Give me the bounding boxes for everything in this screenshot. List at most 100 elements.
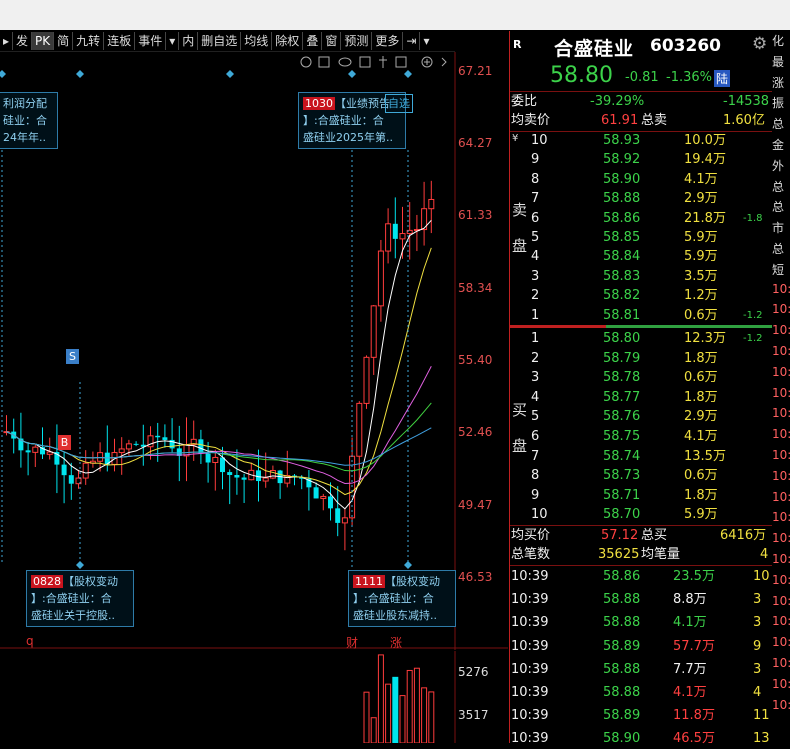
chart-next-icon[interactable] <box>441 57 447 67</box>
kline-chart[interactable]: 67.21 64.27 61.33 58.34 55.40 52.46 49.4… <box>0 52 508 650</box>
sell-order-row[interactable]: 5 58.85 5.9万 <box>510 228 780 248</box>
candle-body[interactable] <box>205 453 211 463</box>
toolbar-btn-remove-watchlist[interactable]: 删自选 <box>197 32 240 50</box>
event-diamond-marker[interactable] <box>404 70 412 78</box>
buy-order-row[interactable]: 8 58.73 0.6万 <box>510 466 780 486</box>
toolbar-btn-ma[interactable]: 均线 <box>240 32 271 50</box>
sell-order-row[interactable]: 1 58.81 0.6万 -1.2 <box>510 306 780 326</box>
event-note-profit-distribution[interactable]: 利润分配 硅业：合 24年年.. <box>0 92 58 149</box>
candle-body[interactable] <box>385 223 392 252</box>
candle-body[interactable] <box>241 477 247 480</box>
candle-body[interactable] <box>97 452 104 462</box>
candle-body[interactable] <box>155 435 161 438</box>
candle-body[interactable] <box>25 450 31 453</box>
eye-tool-icon[interactable] <box>338 57 352 67</box>
toolbar-collapse-icon[interactable]: ⇥ <box>402 32 419 50</box>
settings-tool-icon[interactable] <box>300 56 312 68</box>
tick-row[interactable]: 10:39 58.89 57.7万 9 <box>510 637 780 657</box>
event-diamond-marker[interactable] <box>76 561 84 569</box>
buy-order-row[interactable]: 1 58.80 12.3万 -1.2 <box>510 329 780 349</box>
sell-order-row[interactable]: 3 58.83 3.5万 <box>510 267 780 287</box>
lock-tool-icon[interactable] <box>359 56 371 68</box>
toolbar-btn-adjust[interactable]: 除权 <box>271 32 302 50</box>
candle-body[interactable] <box>356 402 363 457</box>
candle-body[interactable] <box>363 356 370 404</box>
event-diamond-marker[interactable] <box>348 70 356 78</box>
candle-body[interactable] <box>399 233 406 240</box>
toolbar-btn-window[interactable]: 窗 <box>321 32 340 50</box>
buy-order-row[interactable]: 7 58.74 13.5万 <box>510 447 780 467</box>
candle-body[interactable] <box>198 439 204 454</box>
buy-order-row[interactable]: 3 58.78 0.6万 <box>510 368 780 388</box>
tick-row[interactable]: 10:39 58.88 4.1万 3 <box>510 613 780 633</box>
candle-body[interactable] <box>61 464 67 476</box>
buy-order-row[interactable]: 6 58.75 4.1万 <box>510 427 780 447</box>
volume-chart[interactable] <box>0 651 508 743</box>
buy-signal-marker[interactable]: B <box>58 435 71 450</box>
exchange-connect-badge[interactable]: 陆 <box>714 70 731 87</box>
add-watchlist-popup[interactable]: 自选 <box>385 94 413 113</box>
hand-tool-icon[interactable] <box>379 56 387 68</box>
candle-body[interactable] <box>392 223 398 239</box>
toolbar-btn-lianban[interactable]: 连板 <box>103 32 134 50</box>
sell-order-row[interactable]: 6 58.86 21.8万 -1.8 <box>510 209 780 229</box>
sell-order-row[interactable]: 7 58.88 2.9万 <box>510 189 780 209</box>
candle-body[interactable] <box>328 496 333 509</box>
layout-tool-icon[interactable] <box>318 56 330 68</box>
candle-body[interactable] <box>370 305 377 358</box>
candle-body[interactable] <box>428 198 435 210</box>
tick-row[interactable]: 10:39 58.89 11.8万 11 <box>510 706 780 726</box>
tick-row[interactable]: 10:39 58.88 8.8万 3 <box>510 590 780 610</box>
candle-body[interactable] <box>377 250 384 307</box>
toolbar-nav-left-icon[interactable]: ▸ <box>0 32 12 50</box>
event-diamond-marker[interactable] <box>226 70 234 78</box>
sell-order-row[interactable]: 4 58.84 5.9万 <box>510 247 780 267</box>
candle-body[interactable] <box>256 470 261 482</box>
candle-body[interactable] <box>234 475 240 478</box>
toolbar-menu-icon[interactable]: ▾ <box>419 32 432 50</box>
candle-body[interactable] <box>125 443 132 450</box>
event-note-earnings-forecast[interactable]: 1030 【业绩预告 自选 】:合盛硅业：合 盛硅业2025年第.. <box>298 92 413 149</box>
tick-row[interactable]: 10:39 58.88 4.1万 4 <box>510 683 780 703</box>
event-diamond-marker[interactable] <box>76 70 84 78</box>
toolbar-btn-more[interactable]: 更多 <box>371 32 402 50</box>
candle-body[interactable] <box>313 487 319 499</box>
event-note-shareholder-reduction[interactable]: 1111 【股权变动 】:合盛硅业：合 盛硅业股东减持.. <box>348 570 456 627</box>
sell-order-row[interactable]: 8 58.90 4.1万 <box>510 170 780 190</box>
candle-body[interactable] <box>82 462 89 479</box>
candle-body[interactable] <box>212 456 219 463</box>
toolbar-btn-jiuzhuan[interactable]: 九转 <box>72 32 103 50</box>
candle-body[interactable] <box>220 457 225 473</box>
sell-order-row[interactable]: 9 58.92 19.4万 <box>510 150 780 170</box>
event-diamond-marker[interactable] <box>0 70 6 78</box>
toolbar-dropdown-icon[interactable]: ▾ <box>165 32 178 50</box>
tick-row[interactable]: 10:39 58.90 46.5万 13 <box>510 729 780 749</box>
candle-body[interactable] <box>32 446 39 453</box>
sell-order-row[interactable]: 10 58.93 10.0万 <box>510 131 780 151</box>
candle-body[interactable] <box>162 437 168 440</box>
buy-order-row[interactable]: 10 58.70 5.9万 <box>510 505 780 525</box>
toolbar-btn-overlay[interactable]: 叠 <box>302 32 321 50</box>
buy-order-row[interactable]: 2 58.79 1.8万 <box>510 349 780 369</box>
buy-order-row[interactable]: 5 58.76 2.9万 <box>510 407 780 427</box>
toolbar-btn-fa[interactable]: 发 <box>12 32 31 50</box>
toolbar-btn-events[interactable]: 事件 <box>134 32 165 50</box>
toolbar-btn-jian[interactable]: 简 <box>53 32 72 50</box>
candle-body[interactable] <box>320 495 327 499</box>
toolbar-btn-pk[interactable]: PK <box>31 32 54 50</box>
buy-order-row[interactable]: 4 58.77 1.8万 <box>510 388 780 408</box>
settings-gear-icon[interactable]: ⚙ <box>752 34 767 54</box>
candle-body[interactable] <box>133 443 139 445</box>
candle-body[interactable] <box>335 508 341 523</box>
event-note-equity-change[interactable]: 0828 【股权变动 】:合盛硅业：合 盛硅业关于控股.. <box>26 570 134 627</box>
sell-signal-marker[interactable]: S <box>66 349 79 364</box>
toolbar-btn-forecast[interactable]: 预测 <box>340 32 371 50</box>
tick-row[interactable]: 10:39 58.88 7.7万 3 <box>510 660 780 680</box>
tick-row[interactable]: 10:39 58.86 23.5万 10 <box>510 567 780 587</box>
sell-order-row[interactable]: 2 58.82 1.2万 <box>510 286 780 306</box>
delete-tool-icon[interactable] <box>395 56 407 68</box>
candle-body[interactable] <box>68 475 74 484</box>
candle-body[interactable] <box>262 477 269 482</box>
toolbar-btn-nei[interactable]: 内 <box>178 32 197 50</box>
candle-body[interactable] <box>341 517 348 524</box>
